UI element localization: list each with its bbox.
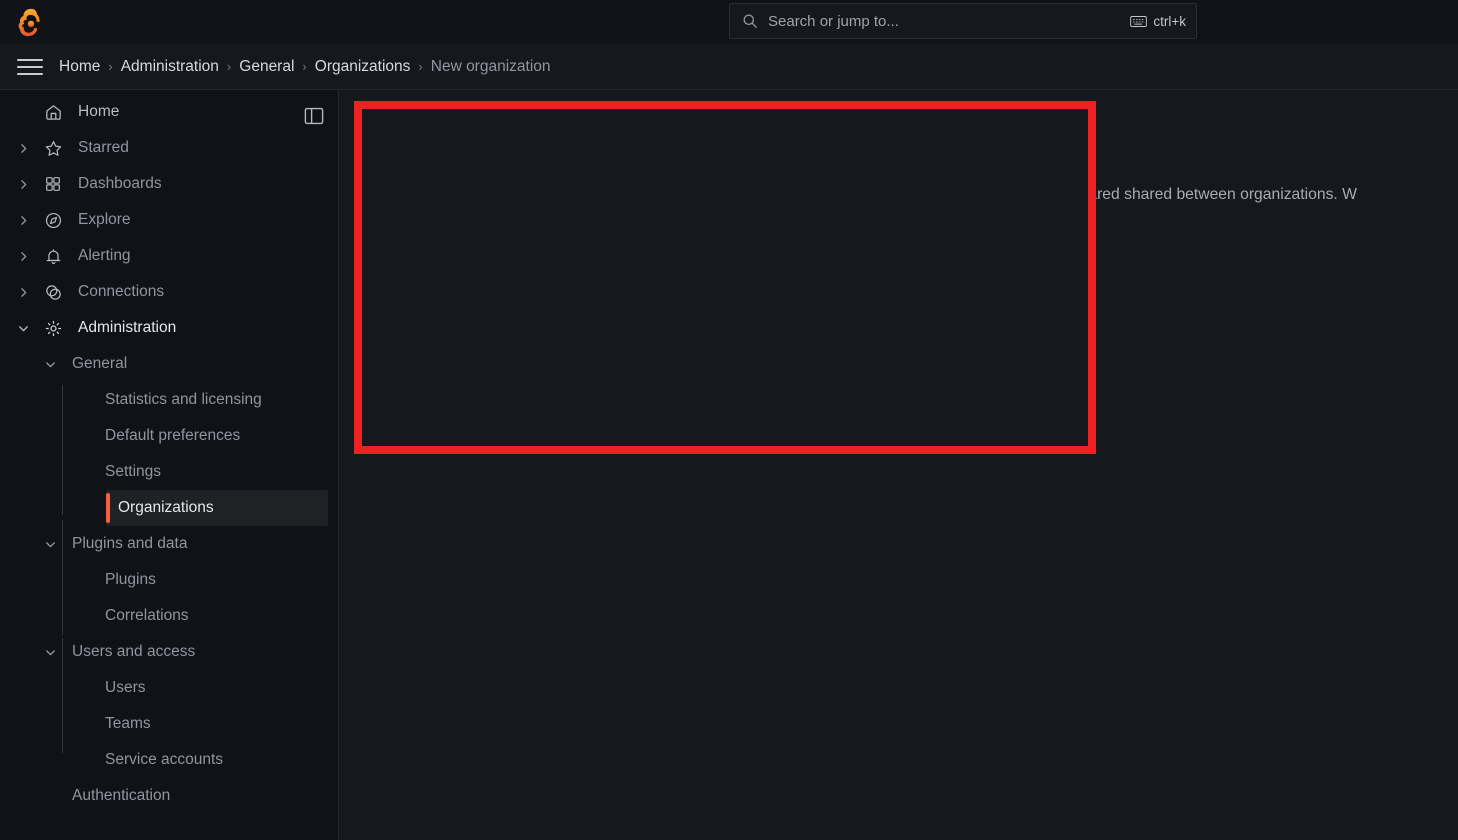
chevron-right-icon[interactable] — [12, 137, 34, 159]
chevron-down-icon[interactable] — [39, 641, 61, 663]
sidebar-item-label: Teams — [105, 715, 151, 733]
sidebar-item-users[interactable]: Users — [0, 670, 328, 706]
sidebar-item-label: Connections — [78, 283, 164, 301]
sidebar-item-correlations[interactable]: Correlations — [0, 598, 328, 634]
breadcrumb-bar: Home › Administration › General › Organi… — [0, 44, 1458, 90]
sidebar-item-connections[interactable]: Connections — [0, 274, 328, 310]
sidebar-item-administration[interactable]: Administration — [0, 310, 328, 346]
sidebar-item-alerting[interactable]: Alerting — [0, 238, 328, 274]
sidebar-item-label: Service accounts — [105, 751, 223, 769]
sidebar-item-plugins[interactable]: Plugins — [0, 562, 328, 598]
chevron-down-icon[interactable] — [39, 533, 61, 555]
sidebar-item-label: Administration — [78, 319, 176, 337]
sidebar-item-label: Organizations — [118, 499, 214, 517]
breadcrumb-separator: › — [302, 59, 306, 74]
bell-icon — [42, 245, 64, 267]
search-shortcut-hint: ctrl+k — [1130, 14, 1186, 29]
active-accent-bar — [106, 493, 110, 523]
sidebar-item-home[interactable]: Home — [0, 94, 328, 130]
connections-icon — [42, 281, 64, 303]
sidebar-item-label: Settings — [105, 463, 161, 481]
sidebar-item-users-and-access[interactable]: Users and access — [0, 634, 328, 670]
grafana-app: ctrl+k Home › Administration › General ›… — [0, 0, 1458, 840]
sidebar-item-dashboards[interactable]: Dashboards — [0, 166, 328, 202]
gear-icon — [42, 317, 64, 339]
sidebar-item-authentication[interactable]: Authentication — [0, 778, 328, 814]
sidebar-item-starred[interactable]: Starred — [0, 130, 328, 166]
dashboards-icon — [42, 173, 64, 195]
sidebar-item-label: General — [72, 355, 127, 373]
keyboard-icon — [1130, 15, 1147, 28]
breadcrumb-separator: › — [108, 59, 112, 74]
chevron-right-icon[interactable] — [12, 245, 34, 267]
global-search-bar[interactable]: ctrl+k — [729, 3, 1197, 39]
breadcrumb: Home › Administration › General › Organi… — [59, 58, 551, 76]
breadcrumb-separator: › — [227, 59, 231, 74]
breadcrumb-item-administration[interactable]: Administration — [121, 58, 219, 76]
sidebar-item-label: Plugins and data — [72, 535, 187, 553]
sidebar-item-label: Alerting — [78, 247, 131, 265]
sidebar-item-label: Authentication — [72, 787, 170, 805]
sidebar-item-label: Home — [78, 103, 119, 121]
sidebar-item-organizations[interactable]: Organizations — [106, 490, 328, 526]
sidebar-item-label: Dashboards — [78, 175, 162, 193]
top-bar: ctrl+k — [0, 0, 1458, 44]
main-content: New organization Each organization conta… — [339, 90, 1458, 840]
sidebar-item-label: Plugins — [105, 571, 156, 589]
sidebar-nav: Home Starred — [0, 90, 339, 840]
chevron-right-icon[interactable] — [12, 209, 34, 231]
home-icon — [42, 101, 64, 123]
breadcrumb-item-general[interactable]: General — [239, 58, 294, 76]
sidebar-item-settings[interactable]: Settings — [0, 454, 328, 490]
chevron-down-icon[interactable] — [12, 317, 34, 339]
sidebar-item-label: Default preferences — [105, 427, 240, 445]
sidebar-item-label: Users and access — [72, 643, 195, 661]
breadcrumb-item-new-organization: New organization — [431, 58, 551, 76]
search-input[interactable] — [758, 13, 1130, 30]
sidebar-item-plugins-and-data[interactable]: Plugins and data — [0, 526, 328, 562]
sidebar-item-explore[interactable]: Explore — [0, 202, 328, 238]
search-shortcut-label: ctrl+k — [1153, 14, 1186, 29]
breadcrumb-separator: › — [418, 59, 422, 74]
grafana-logo-icon[interactable] — [16, 7, 46, 37]
chevron-right-icon[interactable] — [12, 173, 34, 195]
star-icon — [42, 137, 64, 159]
hamburger-menu-icon[interactable] — [17, 54, 43, 80]
sidebar-item-label: Explore — [78, 211, 131, 229]
sidebar-item-label: Users — [105, 679, 145, 697]
sidebar-item-label: Statistics and licensing — [105, 391, 262, 409]
breadcrumb-item-organizations[interactable]: Organizations — [315, 58, 411, 76]
sidebar-item-statistics-and-licensing[interactable]: Statistics and licensing — [0, 382, 328, 418]
sidebar-item-service-accounts[interactable]: Service accounts — [0, 742, 328, 778]
annotation-highlight-box — [354, 101, 1096, 454]
sidebar-item-label: Starred — [78, 139, 129, 157]
chevron-right-icon[interactable] — [12, 281, 34, 303]
search-icon — [742, 13, 758, 29]
sidebar-item-label: Correlations — [105, 607, 189, 625]
chevron-down-icon[interactable] — [39, 353, 61, 375]
sidebar-item-general[interactable]: General — [0, 346, 328, 382]
sidebar-item-teams[interactable]: Teams — [0, 706, 328, 742]
sidebar-item-default-preferences[interactable]: Default preferences — [0, 418, 328, 454]
compass-icon — [42, 209, 64, 231]
breadcrumb-item-home[interactable]: Home — [59, 58, 100, 76]
